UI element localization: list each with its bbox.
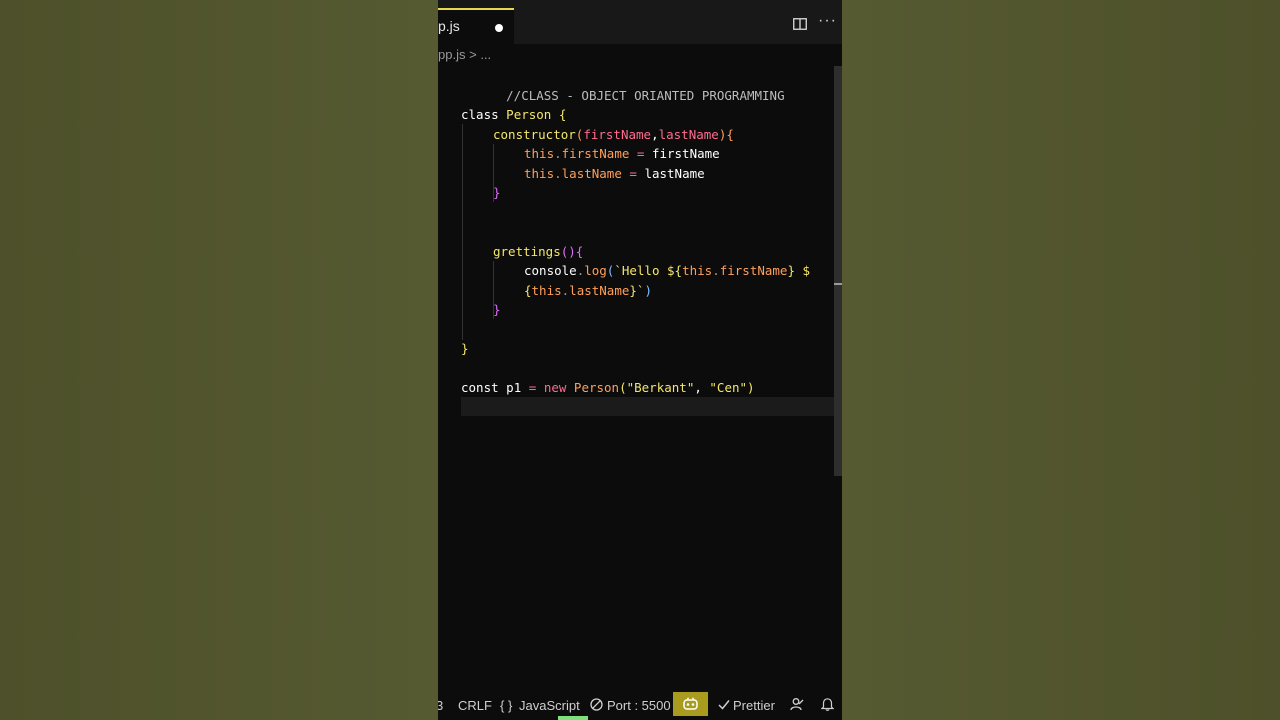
brace: { [575,243,584,259]
code-line: } [461,339,469,359]
brace: } [493,185,501,200]
property: firstName [719,263,788,278]
bell-icon[interactable] [821,697,834,711]
background-right [842,0,1280,720]
code-line: const p1 = new Person("Berkant", "Cen") [461,378,755,398]
template-dollar: $ [802,263,811,278]
paren: ) [644,282,652,298]
operator: = [629,146,652,161]
brace: { [558,107,567,122]
more-actions-icon[interactable]: ··· [818,12,837,30]
breadcrumb[interactable]: pp.js > ... [438,47,491,62]
split-editor-icon[interactable] [793,18,807,30]
comma: , [694,380,710,395]
progress-indicator [558,716,588,720]
template-close: } [787,263,795,278]
property: lastName [561,165,622,181]
status-language[interactable]: JavaScript [519,698,580,713]
background-left [0,0,438,720]
string: "Berkant" [626,380,695,395]
code-line: class Person { [461,105,566,125]
code-line: this.firstName = firstName [524,144,720,164]
brace: } [493,302,501,317]
breadcrumb-separator: > [469,47,477,62]
keyword: new [543,380,567,395]
class-name: Person [506,107,552,122]
tab-app-js[interactable]: p.js [438,8,514,44]
function-name: log [584,263,607,278]
template-close: } [629,282,637,298]
status-bar: 3 CRLF { } JavaScript Port : 5500 Pretti… [438,692,842,720]
method-name: grettings [493,243,561,259]
keyword: const [461,380,499,395]
copilot-button[interactable] [673,692,708,716]
identifier: lastName [644,165,705,181]
class-name: Person [573,380,620,395]
paren: ) [747,380,755,395]
paren: () [560,243,576,259]
identifier: console [524,263,577,278]
code-line: grettings(){ [493,242,583,262]
template-open: { [524,282,532,298]
scrollbar-marker [834,283,842,285]
comment: //CLASS - OBJECT ORIANTED PROGRAMMING [506,87,785,103]
this-keyword: this [524,165,555,181]
this-keyword: this [524,146,555,161]
status-partial[interactable]: 3 [438,698,443,713]
method-name: constructor [493,126,576,142]
unsaved-dot-icon[interactable] [495,24,503,32]
string: "Cen" [709,380,748,395]
this-keyword: this [682,263,713,278]
template-open: ${ [667,263,683,278]
property: firstName [561,146,630,161]
comma: , [651,126,659,142]
tab-bar: p.js ··· [438,0,842,44]
vertical-scrollbar[interactable] [834,66,842,476]
accounts-icon[interactable] [790,697,804,711]
breadcrumb-file[interactable]: pp.js [438,47,465,62]
code-editor-window: p.js ··· pp.js > ... //CLASS - OBJECT OR… [438,0,842,720]
dot: . [554,146,562,161]
this-keyword: this [531,282,562,298]
copilot-icon [683,697,698,710]
code-line: constructor(firstName,lastName){ [493,125,734,145]
code-line: console.log(`Hello ${this.firstName} $ [524,261,810,281]
tab-label: p.js [438,18,460,34]
status-prettier[interactable]: Prettier [733,698,775,713]
keyword: class [461,107,499,122]
current-line-highlight [461,397,835,416]
braces-icon: { } [500,698,513,713]
identifier: p1 [506,380,522,395]
status-port[interactable]: Port : 5500 [607,698,671,713]
code-line: } [493,183,501,203]
identifier: firstName [651,146,720,161]
status-eol[interactable]: CRLF [458,698,492,713]
dot: . [554,165,562,181]
no-entry-icon [590,698,603,711]
brace: } [461,341,469,356]
property: lastName [569,282,630,298]
paren: ( [619,380,627,395]
param: firstName [583,126,652,142]
operator: = [521,380,544,395]
template-string: `Hello [614,263,668,278]
code-line: this.lastName = lastName [524,164,705,184]
code-line: {this.lastName}`) [524,281,652,301]
indent-guide [462,124,463,340]
code-line: } [493,300,501,320]
check-icon [718,700,730,710]
code-line: //CLASS - OBJECT ORIANTED PROGRAMMING [461,66,784,103]
brace: { [726,126,734,142]
operator: = [621,165,645,181]
param: lastName [658,126,719,142]
dot: . [712,263,720,278]
breadcrumb-ellipsis[interactable]: ... [480,47,491,62]
